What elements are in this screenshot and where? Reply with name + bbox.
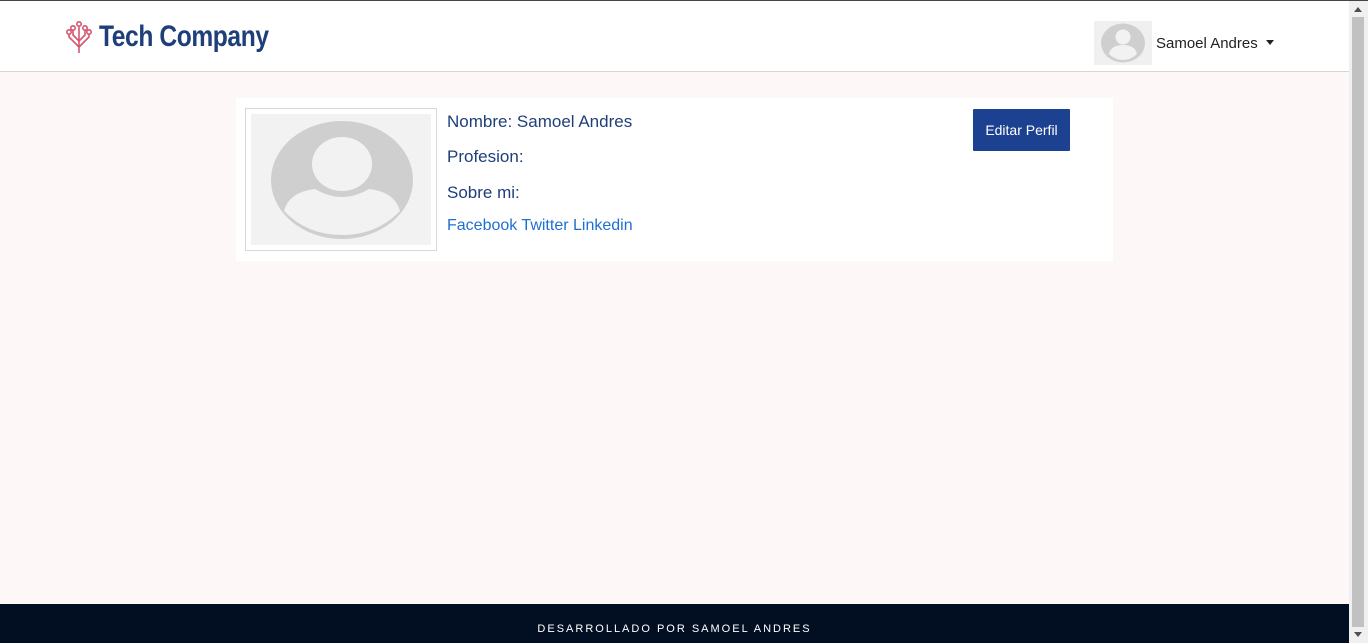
- brand-name: Tech Company: [99, 20, 269, 53]
- scroll-down-arrow-icon[interactable]: [1354, 632, 1362, 637]
- edit-profile-button[interactable]: Editar Perfil: [973, 109, 1070, 151]
- profile-photo: [245, 108, 437, 251]
- linkedin-link[interactable]: Linkedin: [573, 217, 633, 234]
- social-links: Facebook Twitter Linkedin: [447, 217, 633, 235]
- profile-name: Nombre: Samoel Andres: [447, 112, 633, 131]
- profile-card: Nombre: Samoel Andres Profesion: Sobre m…: [236, 98, 1113, 261]
- profile-avatar-icon: [271, 121, 413, 239]
- footer-credit: DESARROLLADO POR SAMOEL ANDRES: [537, 622, 812, 635]
- scroll-up-arrow-icon[interactable]: [1354, 7, 1362, 12]
- top-navbar: Tech Company Samoel Andres: [0, 1, 1349, 72]
- circuit-logo-icon: [65, 20, 92, 53]
- profile-profession: Profesion:: [447, 147, 524, 166]
- avatar: [1094, 21, 1152, 65]
- caret-down-icon: [1265, 39, 1274, 45]
- twitter-link[interactable]: Twitter: [521, 217, 568, 234]
- footer: DESARROLLADO POR SAMOEL ANDRES: [0, 604, 1349, 643]
- brand[interactable]: Tech Company: [65, 19, 306, 55]
- facebook-link[interactable]: Facebook: [447, 217, 517, 234]
- user-dropdown-toggle[interactable]: Samoel Andres: [1094, 21, 1274, 65]
- user-name: Samoel Andres: [1156, 34, 1258, 52]
- user-avatar-icon: [1101, 23, 1145, 63]
- scroll-thumb[interactable]: [1352, 17, 1364, 627]
- vertical-scrollbar[interactable]: [1349, 1, 1368, 643]
- profile-about: Sobre mi:: [447, 183, 520, 202]
